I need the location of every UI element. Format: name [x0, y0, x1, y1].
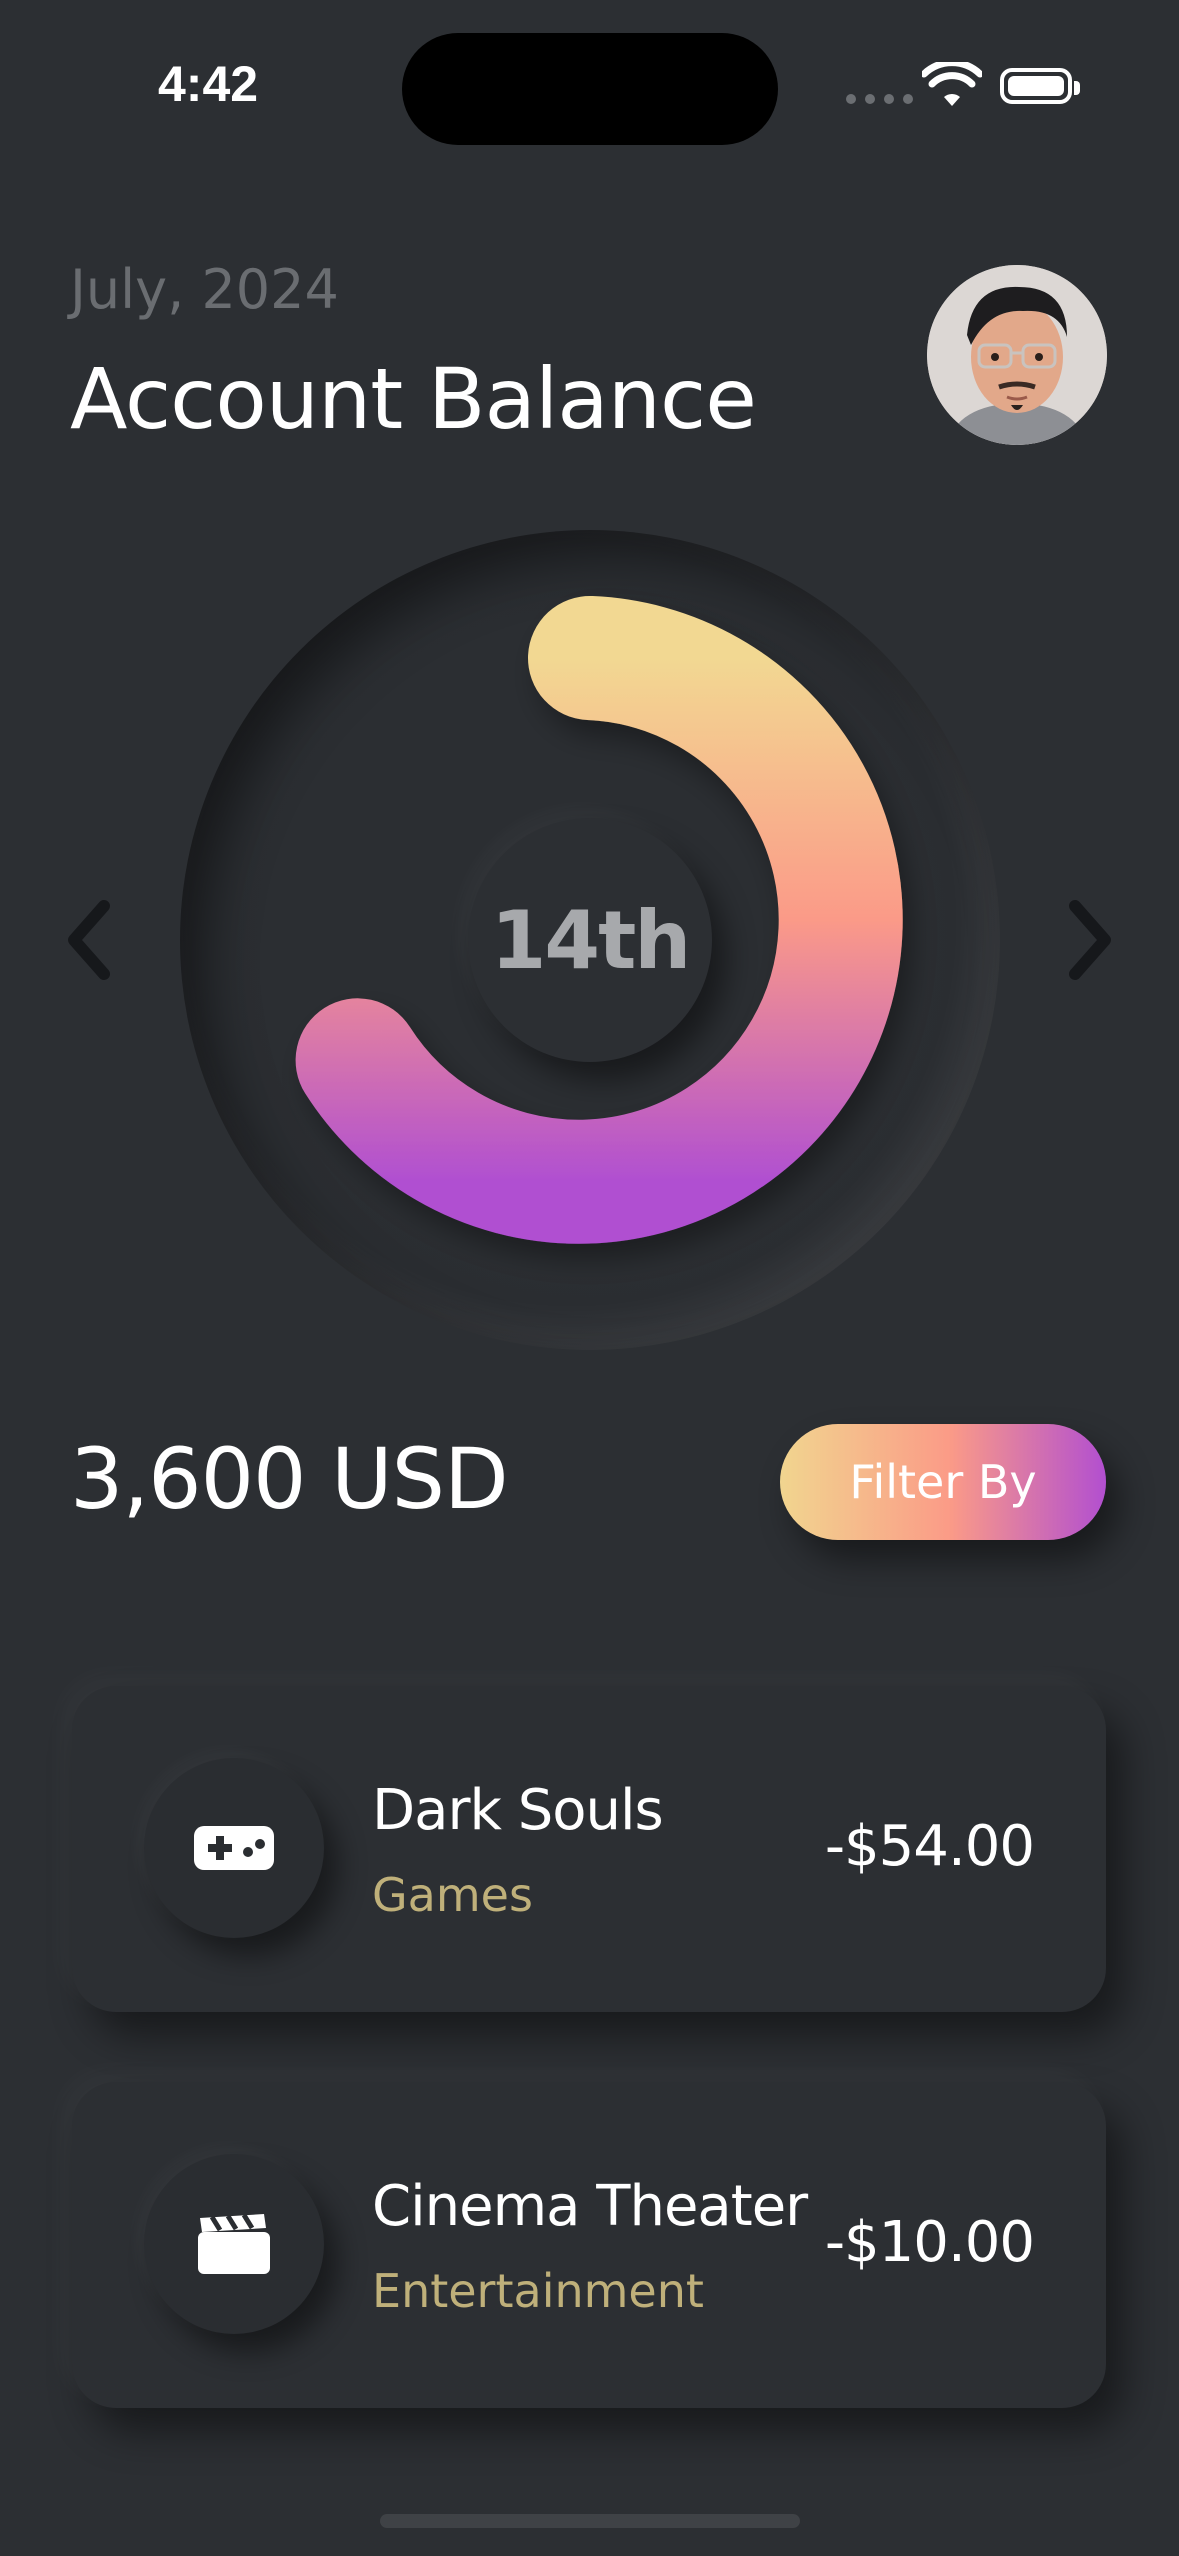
previous-arrow-icon[interactable] [54, 890, 124, 990]
dynamic-island [402, 33, 778, 145]
avatar-illustration [927, 265, 1107, 445]
transaction-name: Cinema Theater [372, 2174, 808, 2239]
wifi-icon [922, 62, 982, 106]
filter-by-button[interactable]: Filter By [780, 1424, 1106, 1540]
month-label: July, 2024 [70, 258, 339, 321]
transaction-amount: -$54.00 [824, 1814, 1035, 1879]
next-arrow-icon[interactable] [1055, 890, 1125, 990]
balance-amount: 3,600 USD [70, 1430, 509, 1528]
transaction-card[interactable]: Dark Souls Games -$54.00 [72, 1686, 1106, 2012]
day-indicator: 14th [468, 818, 712, 1062]
transaction-category: Entertainment [372, 2264, 704, 2318]
battery-icon [1000, 68, 1080, 104]
transaction-category: Games [372, 1868, 533, 1922]
status-time: 4:42 [158, 56, 259, 112]
home-indicator[interactable] [380, 2514, 800, 2528]
cellular-signal-icon [846, 94, 913, 104]
gamepad-icon [144, 1758, 324, 1938]
transaction-card[interactable]: Cinema Theater Entertainment -$10.00 [72, 2082, 1106, 2408]
transaction-amount: -$10.00 [824, 2210, 1035, 2275]
transaction-name: Dark Souls [372, 1778, 664, 1843]
avatar[interactable] [927, 265, 1107, 445]
clapperboard-icon [144, 2154, 324, 2334]
page-title: Account Balance [70, 350, 757, 448]
